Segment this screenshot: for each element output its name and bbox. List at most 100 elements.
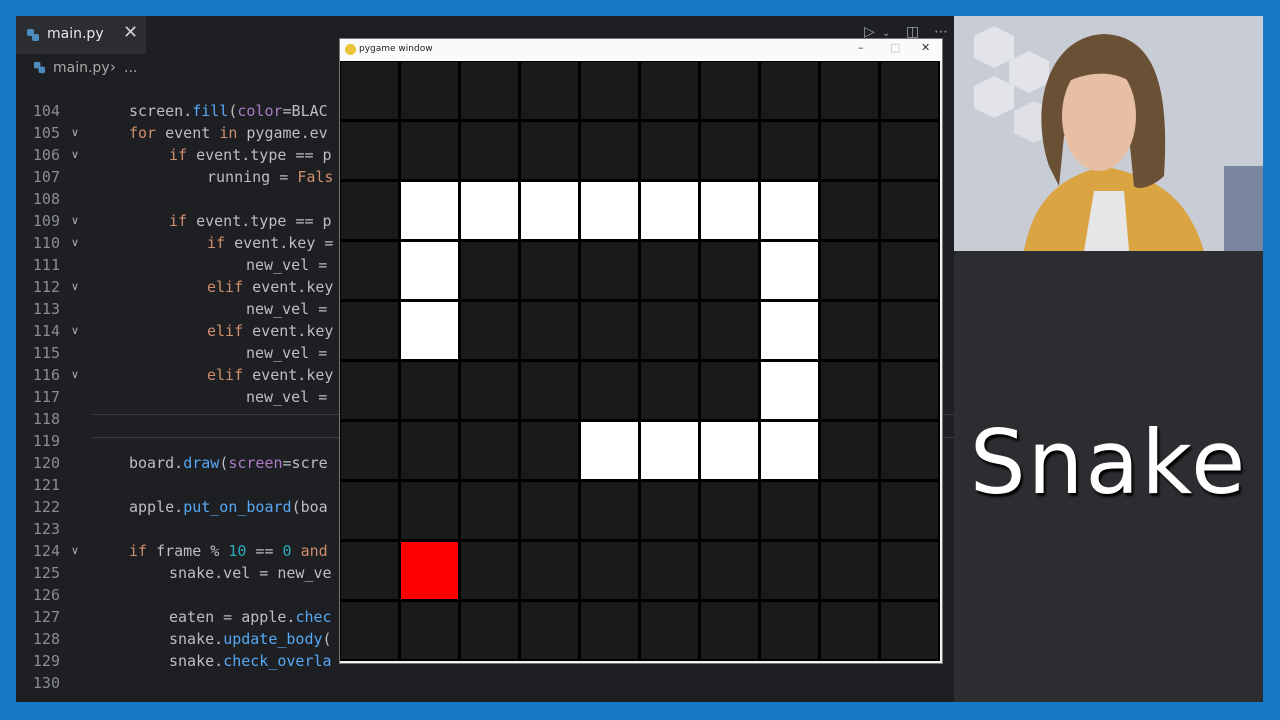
board-cell	[701, 122, 758, 179]
board-cell	[581, 122, 638, 179]
code-line-111: new_vel =	[246, 256, 328, 274]
board-cell	[341, 242, 398, 299]
snake-segment	[701, 182, 758, 239]
board-cell	[581, 242, 638, 299]
line-number: 107	[32, 168, 60, 186]
board-cell	[341, 482, 398, 539]
board-cell	[581, 362, 638, 419]
board-cell	[761, 122, 818, 179]
board-cell	[761, 62, 818, 119]
board-cell	[521, 302, 578, 359]
line-number: 111	[32, 256, 60, 274]
webcam-image	[954, 16, 1263, 251]
board-cell	[401, 482, 458, 539]
board-cell	[521, 602, 578, 659]
board-cell	[881, 602, 938, 659]
fold-chevron-icon[interactable]: ∨	[71, 276, 79, 298]
snake-segment	[761, 362, 818, 419]
line-number: 108	[32, 190, 60, 208]
code-line-105: for event in pygame.ev	[129, 124, 328, 142]
board-cell	[821, 122, 878, 179]
board-cell	[821, 362, 878, 419]
line-number: 121	[32, 476, 60, 494]
board-cell	[401, 602, 458, 659]
fold-chevron-icon[interactable]: ∨	[71, 122, 79, 144]
line-number: 106	[32, 146, 60, 164]
line-number: 123	[32, 520, 60, 538]
line-number: 114	[32, 322, 60, 340]
board-cell	[341, 182, 398, 239]
board-cell	[881, 422, 938, 479]
code-line-109: if event.type == p	[169, 212, 332, 230]
board-cell	[641, 542, 698, 599]
snake-segment	[641, 422, 698, 479]
board-cell	[401, 122, 458, 179]
snake-segment	[521, 182, 578, 239]
board-cell	[521, 62, 578, 119]
code-line-124: if frame % 10 == 0 and	[129, 542, 328, 560]
line-number: 124	[32, 542, 60, 560]
snake-segment	[761, 182, 818, 239]
tab-main-py[interactable]: main.py ✕	[16, 16, 146, 56]
board-cell	[761, 542, 818, 599]
pygame-window[interactable]: pygame window – □ ✕	[339, 38, 943, 664]
webcam-feed	[954, 16, 1263, 251]
board-cell	[821, 422, 878, 479]
video-frame: main.py ✕ ▷ ⌄ ◫ ⋯ main.py › ... 104 105 ∨ 1…	[16, 16, 1263, 702]
right-panel: Snake	[954, 251, 1263, 702]
code-line-128: snake.update_body(	[169, 630, 332, 648]
board-cell	[461, 482, 518, 539]
fold-chevron-icon[interactable]: ∨	[71, 320, 79, 342]
board-cell	[341, 302, 398, 359]
minimize-button[interactable]: –	[858, 41, 864, 54]
line-number: 118	[32, 410, 60, 428]
fold-chevron-icon[interactable]: ∨	[71, 232, 79, 254]
fold-chevron-icon[interactable]: ∨	[71, 364, 79, 386]
breadcrumb-more[interactable]: ...	[124, 60, 137, 76]
pygame-window-title: pygame window	[359, 44, 433, 54]
snake-segment	[401, 182, 458, 239]
board-cell	[641, 482, 698, 539]
breadcrumb-file[interactable]: main.py	[53, 60, 110, 76]
code-line-115: new_vel =	[246, 344, 328, 362]
fold-chevron-icon[interactable]: ∨	[71, 540, 79, 562]
board-cell	[881, 242, 938, 299]
line-number: 125	[32, 564, 60, 582]
board-cell	[821, 542, 878, 599]
board-cell	[461, 362, 518, 419]
board-cell	[521, 542, 578, 599]
board-cell	[461, 302, 518, 359]
line-number: 113	[32, 300, 60, 318]
line-gutter: 104 105 ∨ 106 ∨ 107 108 109 ∨ 110 ∨ 111 112 ∨ 113 114 ∨ 1…	[16, 82, 92, 702]
line-number: 112	[32, 278, 60, 296]
snake-segment	[461, 182, 518, 239]
pygame-window-titlebar[interactable]: pygame window – □ ✕	[340, 39, 942, 61]
snake-segment	[401, 302, 458, 359]
line-number: 105	[32, 124, 60, 142]
board-cell	[521, 362, 578, 419]
code-line-107: running = Fals	[207, 168, 334, 186]
python-file-icon	[33, 61, 46, 74]
board-cell	[461, 242, 518, 299]
board-cell	[701, 482, 758, 539]
board-cell	[701, 242, 758, 299]
board-cell	[761, 482, 818, 539]
board-cell	[701, 362, 758, 419]
fold-chevron-icon[interactable]: ∨	[71, 144, 79, 166]
line-number: 104	[32, 102, 60, 120]
board-cell	[341, 362, 398, 419]
code-line-113: new_vel =	[246, 300, 328, 318]
snake-segment	[581, 422, 638, 479]
board-cell	[581, 542, 638, 599]
code-line-120: board.draw(screen=scre	[129, 454, 328, 472]
close-window-button[interactable]: ✕	[921, 41, 930, 54]
code-line-125: snake.vel = new_ve	[169, 564, 332, 582]
line-number: 119	[32, 432, 60, 450]
board-cell	[761, 602, 818, 659]
fold-chevron-icon[interactable]: ∨	[71, 210, 79, 232]
board-cell	[341, 422, 398, 479]
snake-segment	[401, 242, 458, 299]
maximize-button[interactable]: □	[890, 41, 900, 54]
code-line-116: elif event.key	[207, 366, 334, 384]
close-tab-icon[interactable]: ✕	[123, 23, 138, 43]
